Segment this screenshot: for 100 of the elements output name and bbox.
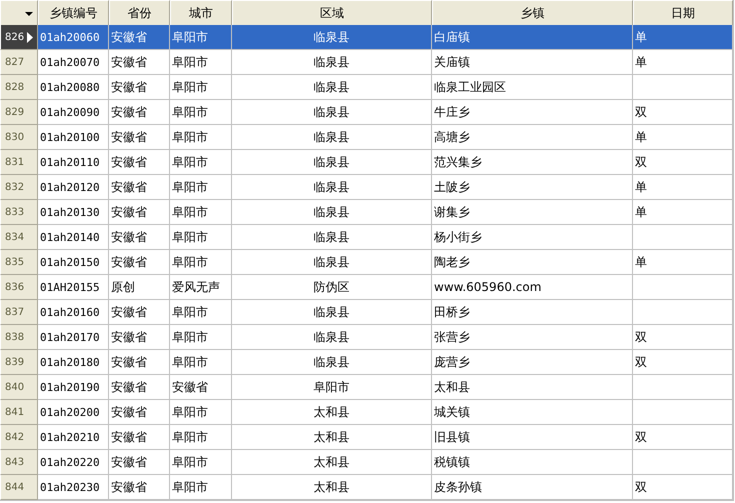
table-cell: 爱风无声 — [170, 275, 232, 300]
table-cell: 范兴集乡 — [432, 150, 633, 175]
table-cell: 阜阳市 — [170, 125, 232, 150]
table-cell: 安徽省 — [109, 250, 170, 275]
table-cell: 临泉县 — [232, 125, 432, 150]
row-number[interactable]: 828 — [0, 75, 38, 100]
table-cell: 安徽省 — [109, 475, 170, 500]
table-cell: 田桥乡 — [432, 300, 633, 325]
row-number[interactable]: 844 — [0, 475, 38, 500]
table-cell: 临泉县 — [232, 175, 432, 200]
table-cell: 01ah20120 — [38, 175, 109, 200]
row-number[interactable]: 842 — [0, 425, 38, 450]
table-cell: 陶老乡 — [432, 250, 633, 275]
table-cell: 01ah20170 — [38, 325, 109, 350]
table-cell: 临泉县 — [232, 250, 432, 275]
row-number[interactable]: 826 — [0, 25, 38, 50]
table-cell: 原创 — [109, 275, 170, 300]
table-cell: www.605960.com — [432, 275, 633, 300]
table-cell: 阜阳市 — [170, 175, 232, 200]
table-cell: 01ah20180 — [38, 350, 109, 375]
column-header[interactable]: 城市 — [170, 0, 232, 27]
table-cell: 牛庄乡 — [432, 100, 633, 125]
table-cell: 安徽省 — [109, 375, 170, 400]
row-number[interactable]: 829 — [0, 100, 38, 125]
table-cell: 临泉县 — [232, 25, 432, 50]
table-cell: 临泉工业园区 — [432, 75, 633, 100]
table-cell: 临泉县 — [232, 100, 432, 125]
table-cell: 双 — [633, 150, 733, 175]
row-number[interactable]: 835 — [0, 250, 38, 275]
table-cell: 阜阳市 — [170, 150, 232, 175]
table-cell: 阜阳市 — [170, 475, 232, 500]
row-number[interactable]: 830 — [0, 125, 38, 150]
column-header[interactable]: 区域 — [232, 0, 432, 27]
table-cell: 01ah20220 — [38, 450, 109, 475]
table-cell: 安徽省 — [109, 450, 170, 475]
column-header[interactable]: 日期 — [633, 0, 733, 27]
table-cell: 临泉县 — [232, 325, 432, 350]
table-cell: 01ah20230 — [38, 475, 109, 500]
table-cell: 01AH20155 — [38, 275, 109, 300]
row-number[interactable]: 831 — [0, 150, 38, 175]
table-cell: 临泉县 — [232, 350, 432, 375]
table-cell: 双 — [633, 350, 733, 375]
row-number[interactable]: 827 — [0, 50, 38, 75]
table-cell: 白庙镇 — [432, 25, 633, 50]
table-cell: 旧县镇 — [432, 425, 633, 450]
table-cell: 双 — [633, 475, 733, 500]
row-number[interactable]: 839 — [0, 350, 38, 375]
table-cell: 安徽省 — [109, 425, 170, 450]
table-cell: 单 — [633, 25, 733, 50]
table-cell: 税镇镇 — [432, 450, 633, 475]
table-cell: 太和县 — [232, 475, 432, 500]
table-cell: 01ah20100 — [38, 125, 109, 150]
row-number[interactable]: 836 — [0, 275, 38, 300]
row-number[interactable]: 833 — [0, 200, 38, 225]
column-header[interactable]: 省份 — [109, 0, 170, 27]
row-number[interactable]: 840 — [0, 375, 38, 400]
table-cell: 01ah20090 — [38, 100, 109, 125]
row-number[interactable]: 834 — [0, 225, 38, 250]
table-cell: 阜阳市 — [170, 225, 232, 250]
table-cell: 安徽省 — [109, 175, 170, 200]
table-cell: 01ah20110 — [38, 150, 109, 175]
table-cell: 安徽省 — [109, 325, 170, 350]
table-cell: 安徽省 — [109, 25, 170, 50]
table-cell: 太和县 — [232, 425, 432, 450]
table-cell: 安徽省 — [109, 300, 170, 325]
current-row-icon — [27, 32, 34, 42]
table-cell: 谢集乡 — [432, 200, 633, 225]
table-cell: 01ah20150 — [38, 250, 109, 275]
row-number[interactable]: 843 — [0, 450, 38, 475]
column-header[interactable]: 乡镇 — [432, 0, 633, 27]
table-cell: 双 — [633, 100, 733, 125]
table-cell: 阜阳市 — [170, 400, 232, 425]
table-cell: 单 — [633, 125, 733, 150]
row-number[interactable]: 841 — [0, 400, 38, 425]
table-cell: 01ah20080 — [38, 75, 109, 100]
table-cell: 阜阳市 — [170, 200, 232, 225]
table-cell: 阜阳市 — [170, 50, 232, 75]
table-cell: 阜阳市 — [170, 300, 232, 325]
table-cell: 安徽省 — [109, 100, 170, 125]
row-number[interactable]: 837 — [0, 300, 38, 325]
table-cell: 高塘乡 — [432, 125, 633, 150]
table-cell: 01ah20190 — [38, 375, 109, 400]
table-cell: 安徽省 — [109, 400, 170, 425]
header-corner[interactable] — [0, 0, 38, 27]
table-cell: 安徽省 — [109, 350, 170, 375]
row-number[interactable]: 838 — [0, 325, 38, 350]
table-cell: 双 — [633, 425, 733, 450]
table-cell: 阜阳市 — [170, 425, 232, 450]
column-header[interactable]: 乡镇编号 — [38, 0, 109, 27]
table-cell: 临泉县 — [232, 150, 432, 175]
row-number[interactable]: 832 — [0, 175, 38, 200]
table-cell: 关庙镇 — [432, 50, 633, 75]
table-cell: 临泉县 — [232, 300, 432, 325]
table-cell: 安徽省 — [109, 125, 170, 150]
table-cell: 太和县 — [232, 450, 432, 475]
table-cell: 土陂乡 — [432, 175, 633, 200]
table-cell: 阜阳市 — [170, 100, 232, 125]
table-cell: 安徽省 — [109, 200, 170, 225]
table-cell: 安徽省 — [170, 375, 232, 400]
table-cell: 阜阳市 — [170, 450, 232, 475]
